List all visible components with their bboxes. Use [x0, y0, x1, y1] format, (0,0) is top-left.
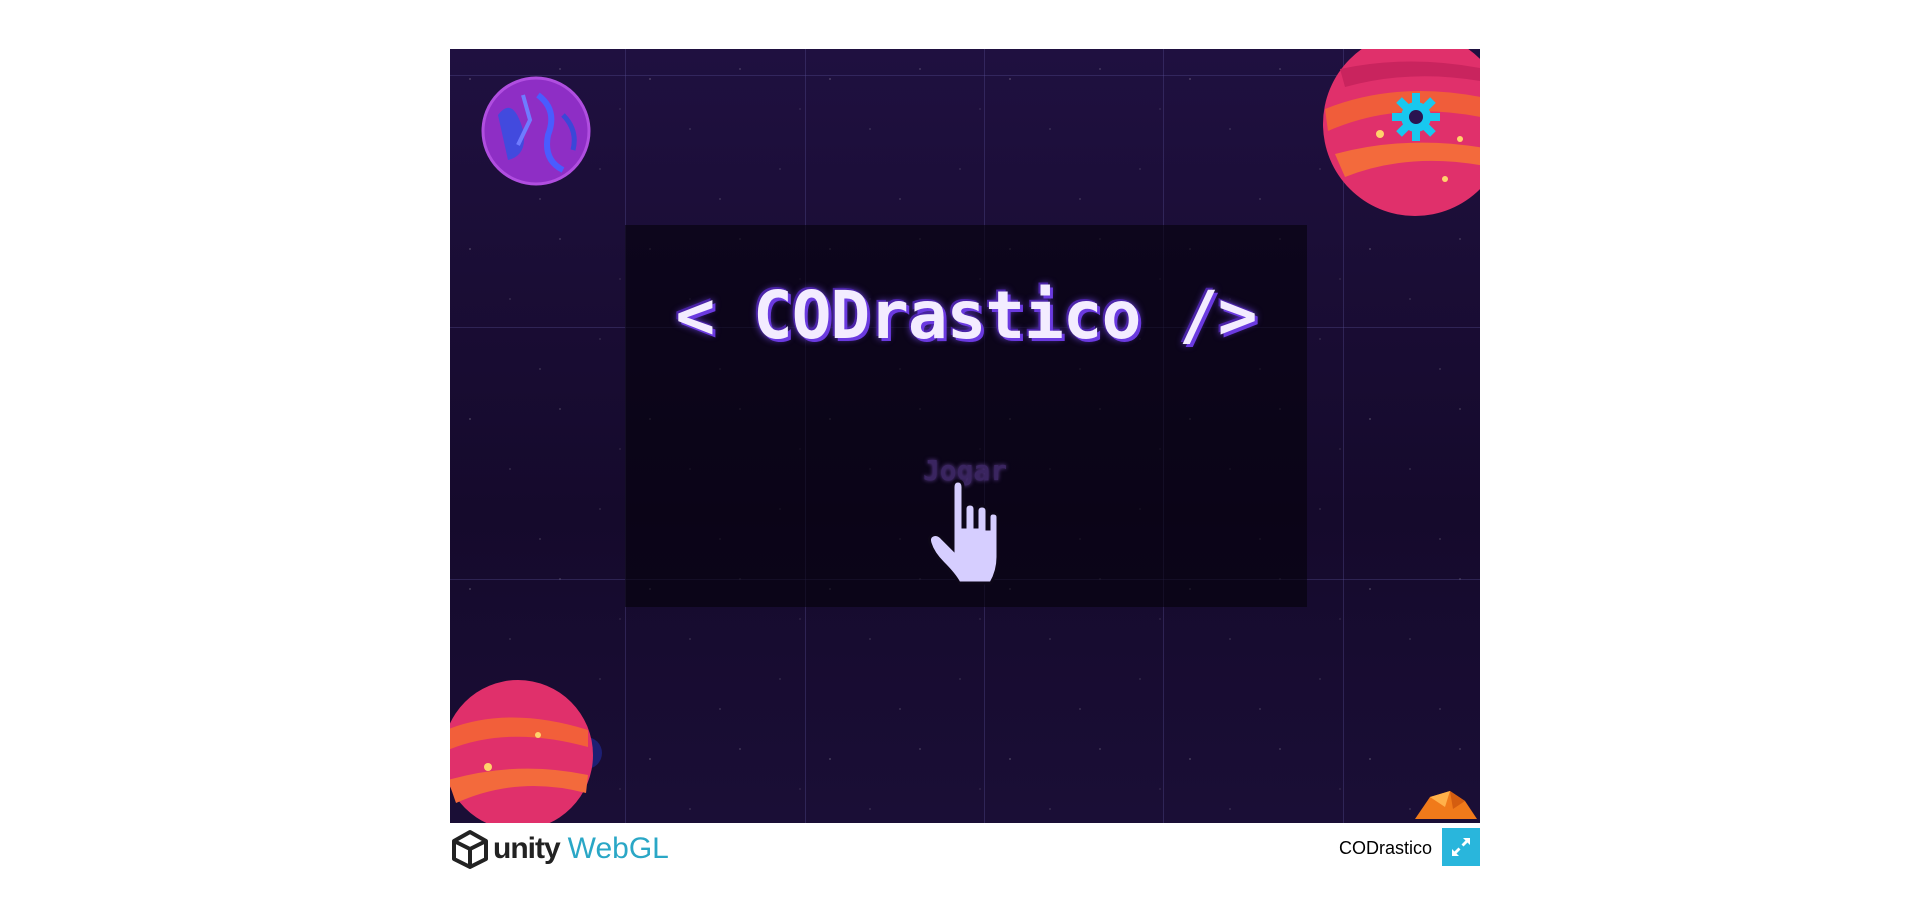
orange-asteroid [1415, 791, 1477, 819]
build-title: CODrastico [1338, 838, 1432, 858]
unity-webgl-logo: unity WebGL [450, 829, 669, 869]
settings-gear-icon[interactable] [1390, 91, 1442, 143]
red-planet-bottom [450, 680, 602, 823]
purple-planet [481, 76, 591, 186]
unity-logo-icon [452, 830, 488, 869]
fullscreen-button[interactable] [1442, 828, 1480, 866]
fullscreen-icon [1452, 838, 1470, 856]
logo-unity-text: unity [493, 832, 561, 865]
hand-pointer-icon [927, 479, 1000, 585]
game-canvas[interactable]: < CODrastico /> Jogar [450, 49, 1480, 823]
game-title: < CODrastico /> [675, 277, 1257, 354]
unity-footer: unity WebGL CODrastico [450, 823, 1480, 869]
unity-container: < CODrastico /> Jogar unity WebGL CODras… [450, 49, 1480, 869]
logo-webgl-text: WebGL [567, 832, 669, 865]
